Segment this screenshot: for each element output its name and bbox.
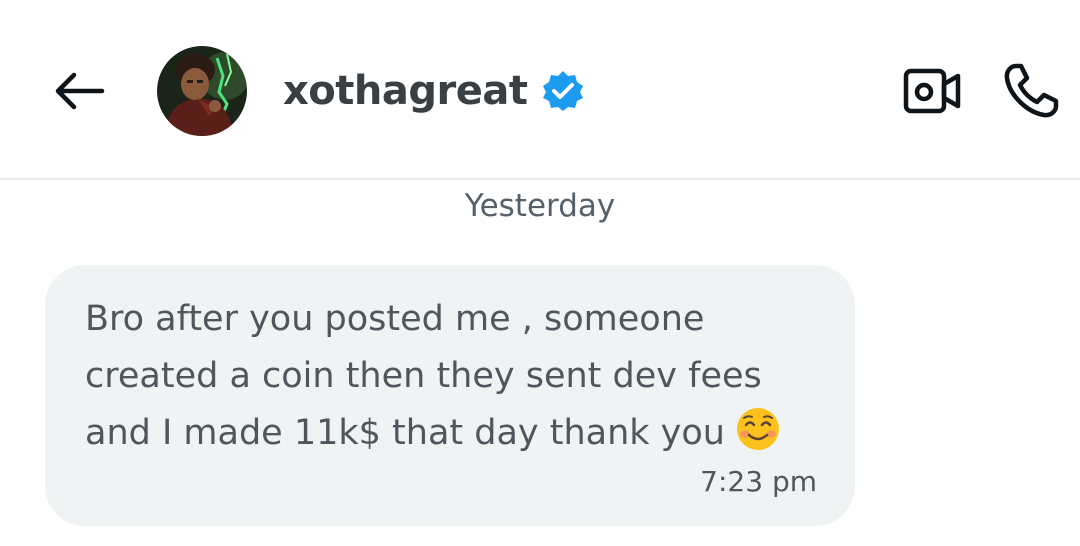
conversation-header: xothagreat — [0, 0, 1080, 180]
video-call-button[interactable] — [900, 64, 966, 118]
smiling-face-icon — [735, 406, 781, 452]
arrow-left-icon — [55, 72, 105, 110]
message-timestamp: 7:23 pm — [700, 465, 817, 498]
message-text: Bro after you posted me , someone create… — [85, 299, 762, 453]
username-link[interactable]: xothagreat — [283, 62, 585, 120]
date-separator: Yesterday — [464, 188, 616, 224]
back-button[interactable] — [50, 66, 108, 116]
avatar[interactable] — [157, 46, 247, 136]
phone-call-button[interactable] — [998, 58, 1064, 124]
message-text-container: Bro after you posted me , someone create… — [85, 291, 825, 462]
verified-badge-icon — [541, 69, 585, 113]
phone-icon — [1004, 63, 1059, 118]
message-bubble[interactable]: Bro after you posted me , someone create… — [45, 265, 855, 526]
video-call-icon — [903, 68, 961, 114]
username: xothagreat — [283, 68, 528, 114]
